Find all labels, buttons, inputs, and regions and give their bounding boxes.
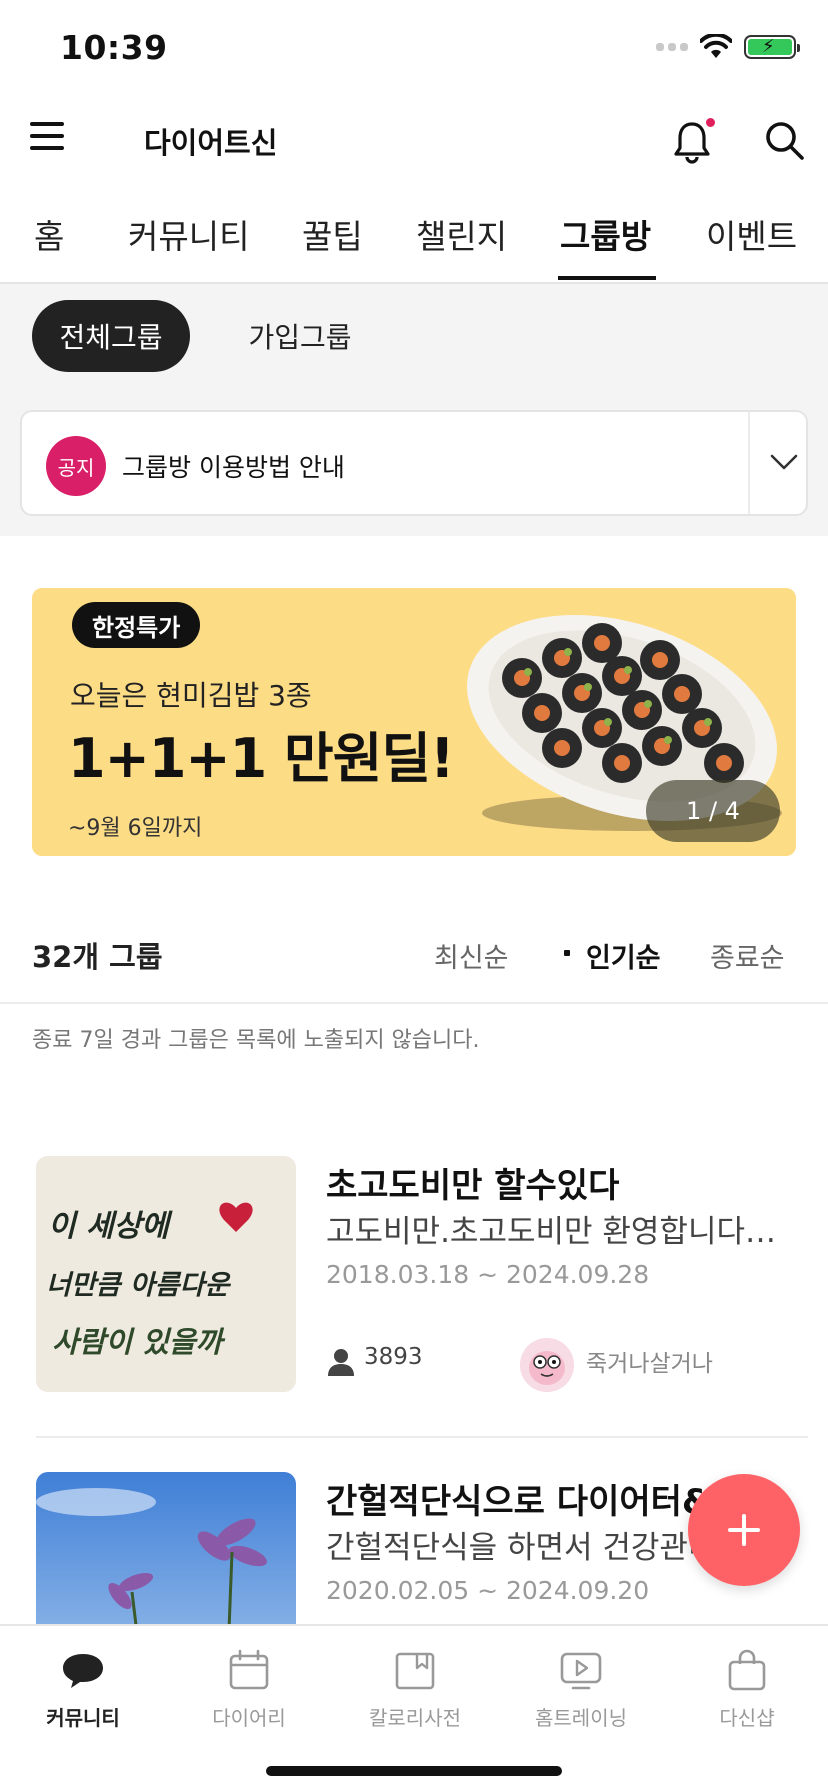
banner-date: ~9월 6일까지 [68,816,203,841]
nav-diary[interactable]: 다이어리 [166,1640,332,1730]
chip-all-groups[interactable]: 전체그룹 [32,300,190,372]
tab-challenge[interactable]: 챌린지 [416,210,507,258]
plus-icon [728,1514,760,1546]
nav-community[interactable]: 커뮤니티 [0,1640,166,1730]
group-list-item[interactable]: 이 세상에 너만큼 아름다운 사람이 있을까 초고도비만 할수있다 고도비만.초… [32,1156,808,1396]
sort-latest[interactable]: 최신순 [434,936,509,975]
chat-bubble-icon [63,1654,103,1688]
calligraphy-image: 이 세상에 너만큼 아름다운 사람이 있을까 [36,1156,296,1392]
nav-label: 다이어리 [212,1706,286,1730]
home-indicator [266,1766,562,1776]
hamburger-menu-icon[interactable] [30,122,64,158]
nav-shop[interactable]: 다신샵 [664,1640,828,1730]
notice-text: 그룹방 이용방법 안내 [122,453,345,482]
svg-text:사람이 있을까: 사람이 있을까 [52,1325,225,1359]
main-tabs: 홈 커뮤니티 꿀팁 챌린지 그룹방 이벤트 [0,200,828,284]
sort-active-dot [564,950,570,956]
list-header: 32개 그룹 최신순 인기순 종료순 [0,900,828,1004]
notification-dot [706,118,715,127]
owner-name: 죽거나살거나 [586,1351,713,1377]
member-count: 3893 [364,1344,423,1370]
filter-area: 전체그룹 가입그룹 공지 그룹방 이용방법 안내 [0,284,828,536]
cosmos-flower-image [36,1472,296,1624]
owner-avatar [520,1338,574,1392]
tab-home[interactable]: 홈 [34,210,64,258]
status-bar: 10:39 ⚡ [0,0,828,100]
notice-bar[interactable]: 공지 그룹방 이용방법 안내 [20,410,808,516]
banner-subtitle: 오늘은 현미김밥 3종 [70,679,312,712]
battery-icon: ⚡ [744,35,800,59]
list-divider [36,1436,808,1438]
banner-pager: 1 / 4 [646,780,780,842]
banner-headline: 1+1+1 만원딜! [68,727,455,790]
group-title: 초고도비만 할수있다 [326,1166,620,1206]
tab-tips[interactable]: 꿀팁 [302,210,363,258]
group-description: 고도비만.초고도비만 환영합니다… [326,1214,776,1250]
app-title: 다이어트신 [144,126,278,160]
banner-tag: 한정특가 [72,602,201,648]
nav-label: 다신샵 [719,1706,775,1730]
svg-text:너만큼 아름다운: 너만큼 아름다운 [46,1270,231,1301]
tab-group-room[interactable]: 그룹방 [560,210,651,258]
sort-popular[interactable]: 인기순 [586,936,661,975]
active-tab-indicator [558,276,656,280]
group-period: 2018.03.18 ~ 2024.09.28 [326,1260,650,1289]
notice-badge: 공지 [46,436,106,496]
svg-text:이 세상에: 이 세상에 [48,1209,173,1244]
wifi-icon [700,34,732,58]
group-count: 32개 그룹 [32,940,163,974]
signal-icon [656,43,688,51]
chip-joined-groups[interactable]: 가입그룹 [220,300,380,372]
nav-home-training[interactable]: 홈트레이닝 [498,1640,664,1730]
create-group-button[interactable] [688,1474,800,1586]
tab-community[interactable]: 커뮤니티 [128,210,249,258]
sort-ending[interactable]: 종료순 [710,936,785,975]
group-period: 2020.02.05 ~ 2024.09.20 [326,1576,650,1605]
status-icons: ⚡ [656,34,800,60]
chevron-down-icon[interactable] [764,442,804,482]
tab-event[interactable]: 이벤트 [706,210,797,258]
group-thumbnail: 이 세상에 너만큼 아름다운 사람이 있을까 [36,1156,296,1392]
play-icon [560,1652,602,1690]
calendar-icon [229,1649,269,1690]
person-icon [328,1349,354,1376]
list-note: 종료 7일 경과 그룹은 목록에 노출되지 않습니다. [32,1028,480,1053]
shopping-bag-icon [728,1649,766,1691]
search-icon[interactable] [762,118,806,162]
nav-label: 칼로리사전 [369,1706,461,1730]
app-header: 다이어트신 [0,100,828,180]
book-icon [395,1652,435,1690]
nav-label: 커뮤니티 [46,1706,120,1730]
promo-banner[interactable]: 한정특가 오늘은 현미김밥 3종 1+1+1 만원딜! ~9월 6일까지 1 /… [32,588,796,856]
nav-label: 홈트레이닝 [535,1706,627,1730]
group-thumbnail [36,1472,296,1624]
divider [748,412,750,514]
nav-calorie-dictionary[interactable]: 칼로리사전 [332,1640,498,1730]
status-time: 10:39 [60,28,168,67]
